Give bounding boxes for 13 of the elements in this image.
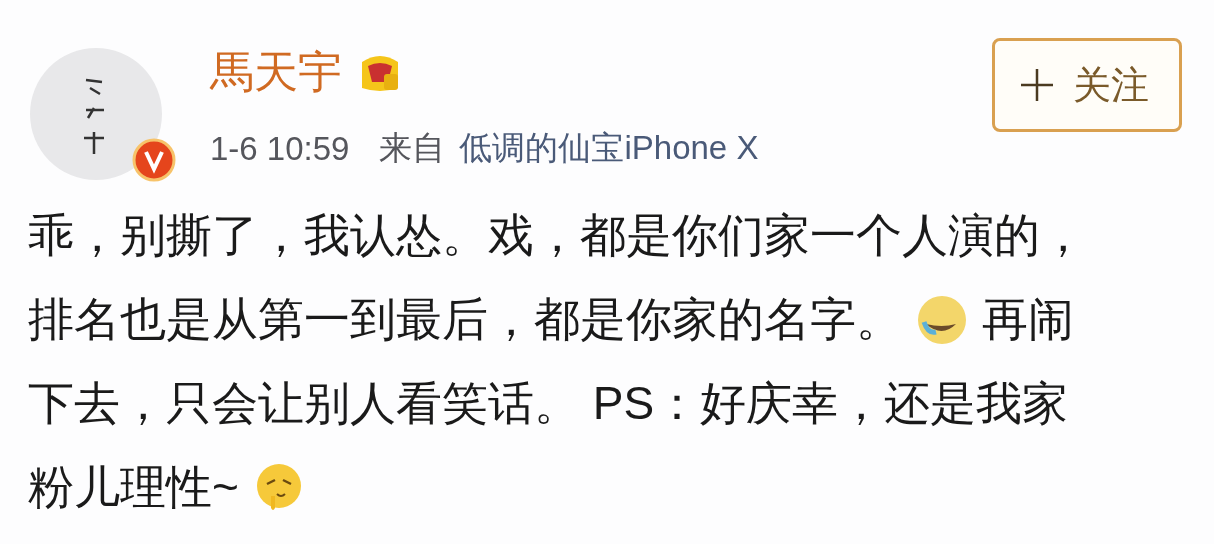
source-prefix: 来自: [379, 128, 446, 168]
laughing-crying-emoji-icon: [916, 294, 968, 346]
follow-button[interactable]: 关注: [992, 38, 1182, 132]
post-text: 再闹: [982, 292, 1074, 347]
post-text: 乖，别撕了，我认怂。戏，都是你们家一个人演的，: [28, 208, 1086, 263]
post-time: 1-6 10:59: [210, 129, 350, 168]
post-text: 粉儿理性~: [28, 460, 239, 515]
avatar[interactable]: [28, 46, 164, 182]
user-name[interactable]: 馬天宇: [210, 42, 342, 102]
post-text: 下去，只会让别人看笑话。 PS：好庆幸，还是我家: [28, 376, 1069, 431]
source-link[interactable]: 低调的仙宝iPhone X: [459, 126, 759, 171]
plus-icon: [1021, 69, 1053, 101]
post-text: 排名也是从第一到最后，都是你家的名字。: [28, 292, 902, 347]
